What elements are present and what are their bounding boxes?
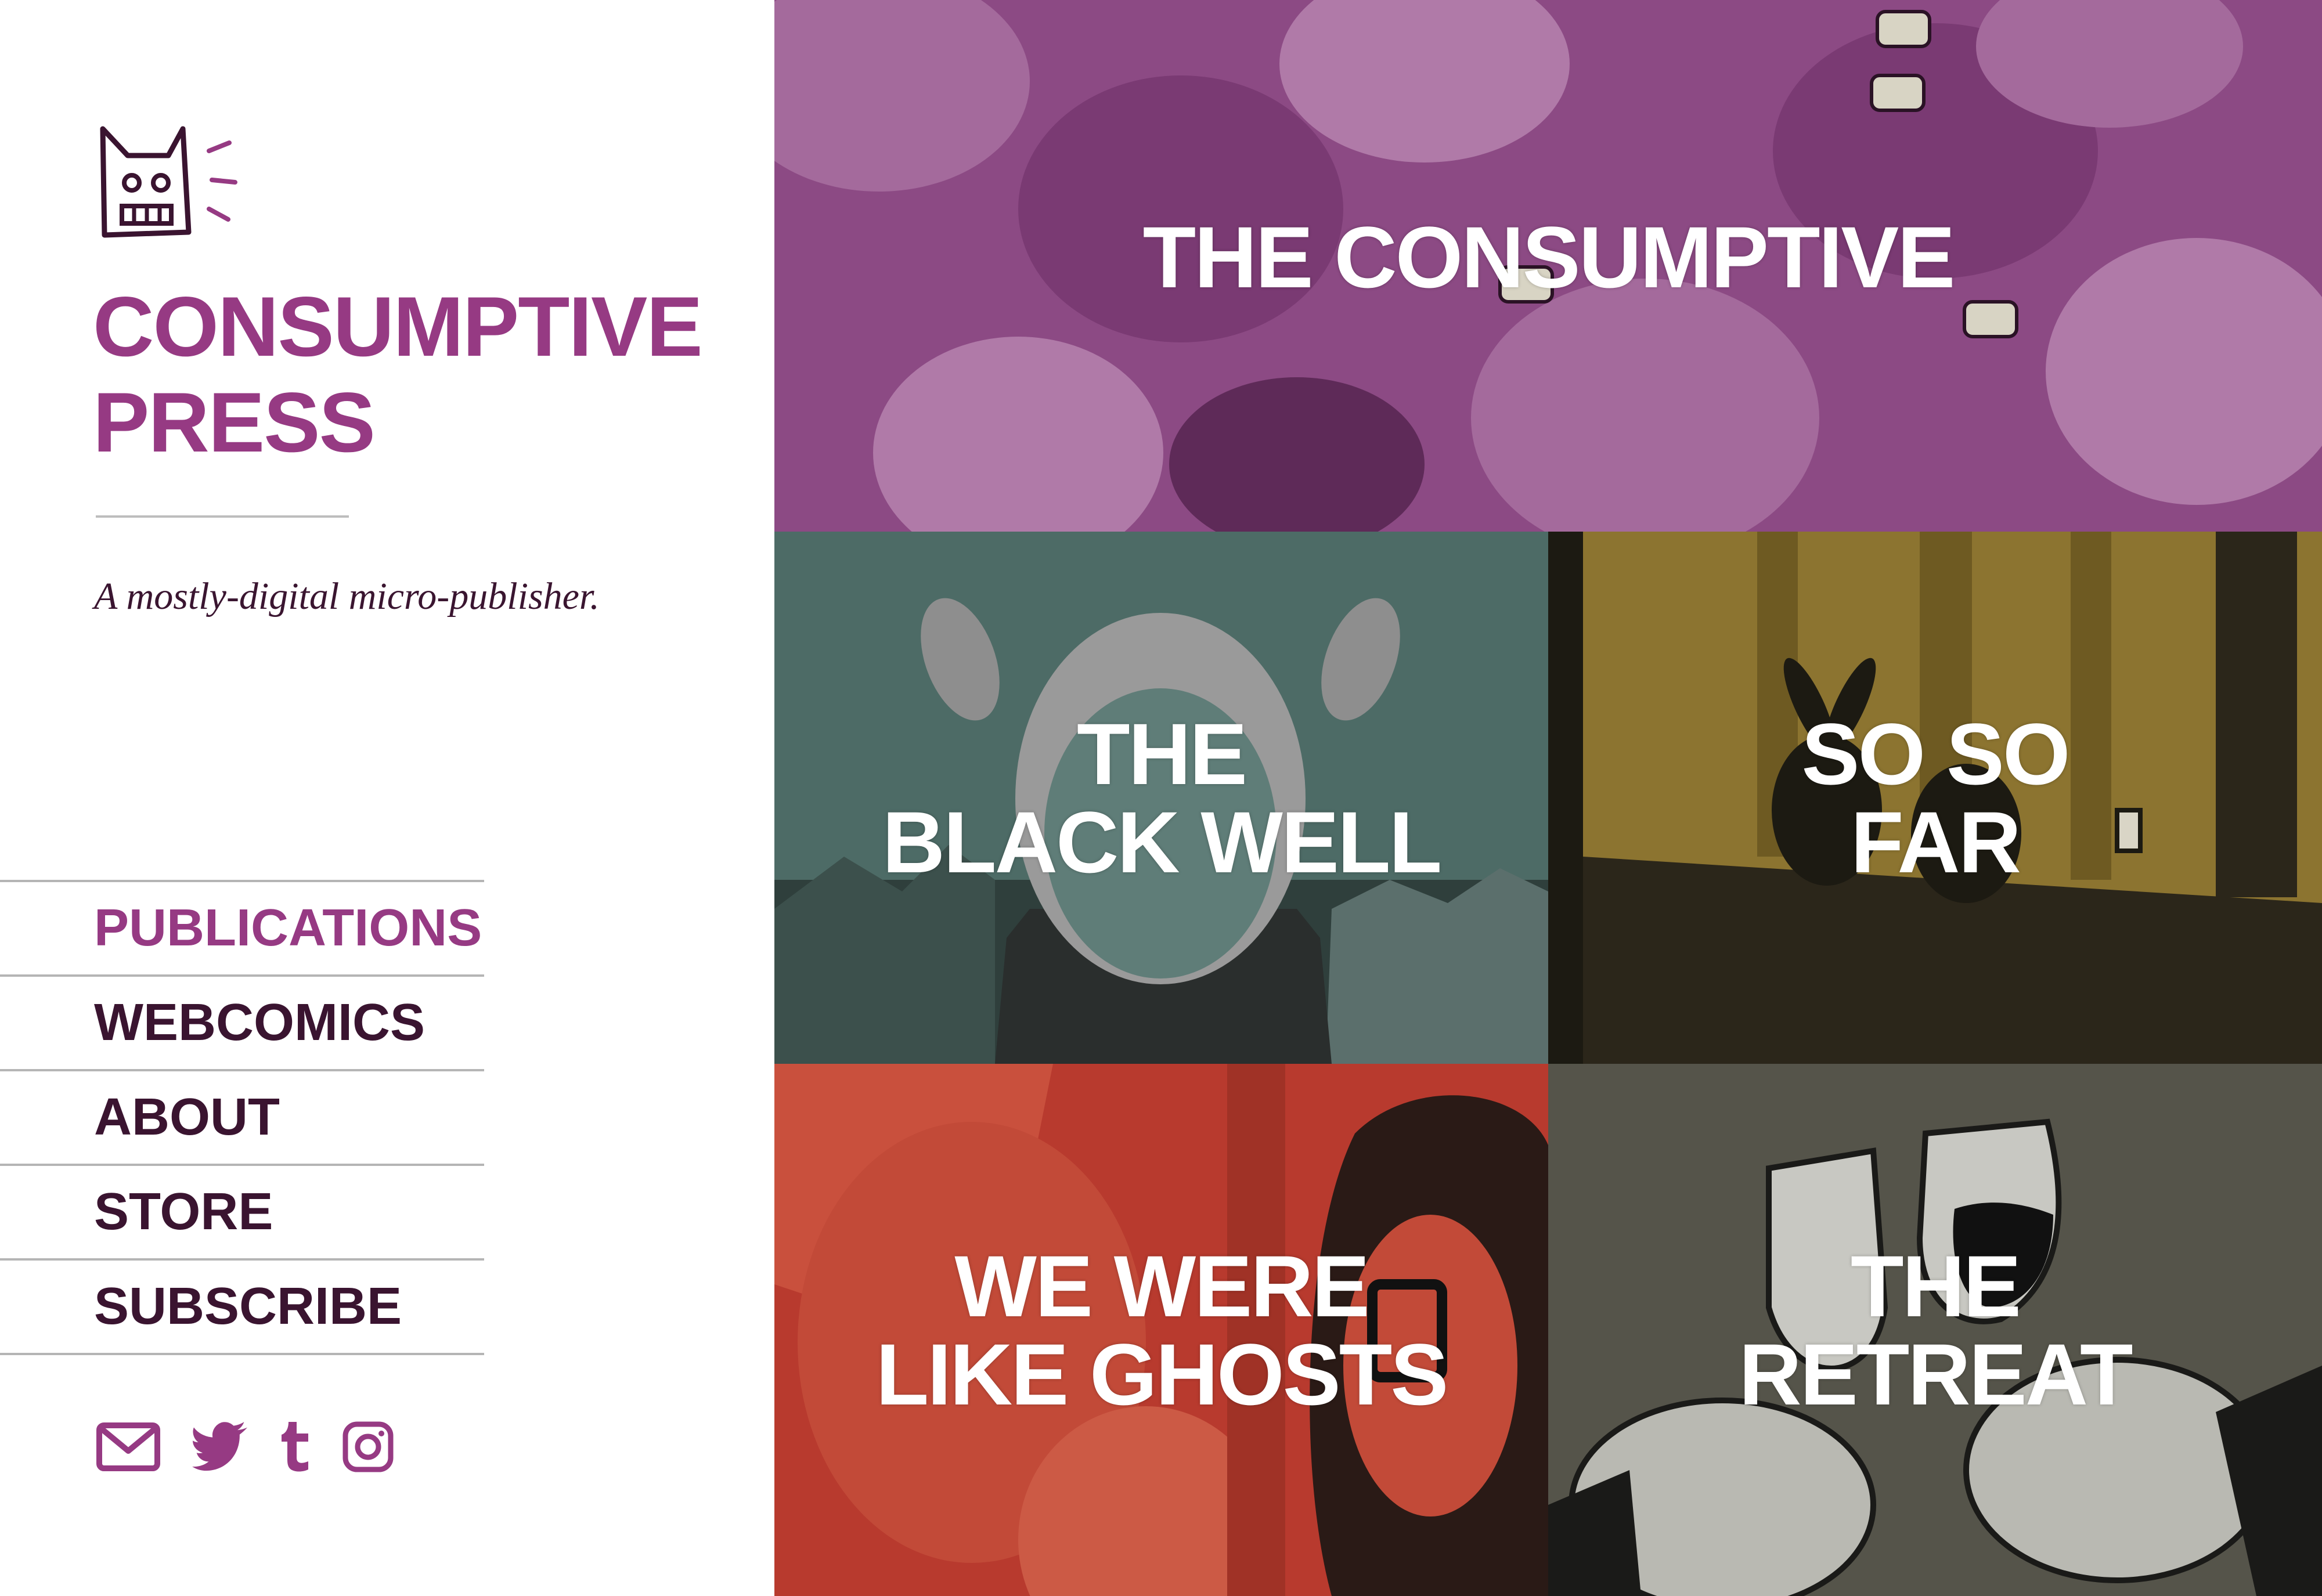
tile-title: THE BLACK WELL — [882, 705, 1442, 891]
site-title-line2: PRESS — [93, 375, 376, 470]
nav-item-store[interactable]: STORE — [0, 1164, 484, 1258]
publication-tile-so-so-far[interactable]: SO SO FAR — [1548, 532, 2322, 1064]
publication-tile-the-black-well[interactable]: THE BLACK WELL — [774, 532, 1548, 1064]
sidebar: CONSUMPTIVE PRESS A mostly-digital micro… — [0, 0, 774, 1596]
title-divider — [96, 515, 349, 518]
tumblr-icon[interactable] — [279, 1422, 312, 1475]
nav-item-subscribe[interactable]: SUBSCRIBE — [0, 1258, 484, 1355]
nav-item-webcomics[interactable]: WEBCOMICS — [0, 974, 484, 1069]
main-nav: PUBLICATIONS WEBCOMICS ABOUT STORE SUBSC… — [0, 880, 484, 1355]
tile-title: SO SO FAR — [1801, 705, 2070, 891]
nav-item-publications[interactable]: PUBLICATIONS — [0, 880, 484, 974]
robot-cat-logo-icon[interactable] — [96, 122, 241, 247]
publication-tile-we-were-like-ghosts[interactable]: WE WERE LIKE GHOSTS — [774, 1064, 1548, 1596]
nav-item-about[interactable]: ABOUT — [0, 1069, 484, 1164]
social-links — [96, 1421, 394, 1476]
tile-title: WE WERE LIKE GHOSTS — [875, 1237, 1449, 1423]
publication-tile-the-consumptive[interactable]: THE CONSUMPTIVE — [774, 0, 2322, 532]
tagline: A mostly-digital micro-publisher. — [94, 575, 600, 618]
tile-title: THE RETREAT — [1739, 1237, 2133, 1423]
tile-title: THE CONSUMPTIVE — [1142, 208, 1956, 306]
publication-tile-the-retreat[interactable]: THE RETREAT — [1548, 1064, 2322, 1596]
twitter-icon[interactable] — [191, 1422, 249, 1475]
site-title-line1: CONSUMPTIVE — [93, 279, 703, 374]
site-title[interactable]: CONSUMPTIVE PRESS — [93, 279, 760, 470]
mail-icon[interactable] — [96, 1422, 161, 1475]
instagram-icon[interactable] — [342, 1421, 394, 1476]
